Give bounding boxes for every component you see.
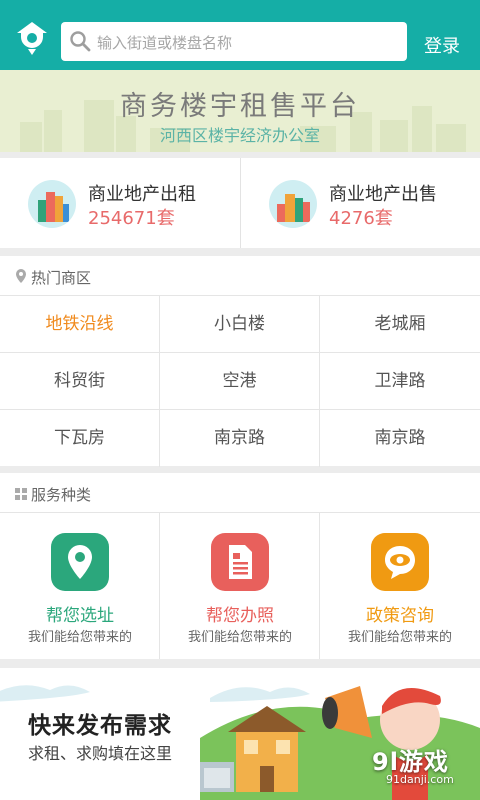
sale-stat-count: 4276套 xyxy=(329,208,393,229)
watermark: 9l游戏 91danji.com xyxy=(372,742,472,790)
login-button[interactable]: 登录 xyxy=(424,32,460,58)
service-license[interactable]: 帮您办照 我们能给您带来的 xyxy=(160,513,320,659)
search-icon xyxy=(70,31,91,52)
banner[interactable]: 商务楼宇租售平台 河西区楼宇经济办公室 xyxy=(0,70,480,152)
area-item[interactable]: 小白楼 xyxy=(160,296,320,353)
eye-chat-icon xyxy=(371,533,429,591)
area-item[interactable]: 地铁沿线 xyxy=(0,296,160,353)
service-title: 帮您选址 xyxy=(46,606,114,626)
location-pin-icon xyxy=(16,269,26,283)
service-subtitle: 我们能给您带来的 xyxy=(187,630,292,645)
rent-stat-title: 商业地产出租 xyxy=(88,184,196,205)
area-item[interactable]: 南京路 xyxy=(320,410,480,467)
area-item[interactable]: 下瓦房 xyxy=(0,410,160,467)
sale-stat-card[interactable]: 商业地产出售 4276套 xyxy=(240,158,480,248)
search-input[interactable]: 输入街道或楼盘名称 xyxy=(97,32,232,53)
services-panel: 帮您选址 我们能给您带来的 帮您办照 我们能给您带来的 政策咨询 我们能给您带来… xyxy=(0,513,480,659)
hot-areas-grid: 地铁沿线 小白楼 老城厢 科贸街 空港 卫津路 下瓦房 南京路 南京路 xyxy=(0,296,480,467)
top-bar: 输入街道或楼盘名称 登录 xyxy=(0,0,480,70)
buildings-icon xyxy=(269,180,317,228)
rent-stat-card[interactable]: 商业地产出租 254671套 xyxy=(0,158,240,248)
grid-icon xyxy=(15,488,27,500)
banner-subtitle: 河西区楼宇经济办公室 xyxy=(159,126,320,145)
house-pin-logo-icon[interactable] xyxy=(14,19,50,55)
map-pin-icon xyxy=(51,533,109,591)
service-title: 帮您办照 xyxy=(206,606,274,626)
area-item[interactable]: 科贸街 xyxy=(0,353,160,410)
hot-areas-header: 热门商区 xyxy=(0,256,480,296)
service-subtitle: 我们能给您带来的 xyxy=(347,630,452,645)
banner-title: 商务楼宇租售平台 xyxy=(120,91,360,122)
service-subtitle: 我们能给您带来的 xyxy=(27,630,132,645)
area-item[interactable]: 南京路 xyxy=(160,410,320,467)
watermark-logo: 9l游戏 xyxy=(372,748,449,776)
area-item[interactable]: 老城厢 xyxy=(320,296,480,353)
promo-title: 快来发布需求 xyxy=(28,713,172,739)
promo-subtitle: 求租、求购填在这里 xyxy=(28,744,173,763)
service-title: 政策咨询 xyxy=(366,606,434,626)
sale-stat-title: 商业地产出售 xyxy=(329,184,437,205)
rent-stat-count: 254671套 xyxy=(88,208,175,229)
stats-panel: 商业地产出租 254671套 商业地产出售 4276套 xyxy=(0,158,480,248)
hot-areas-heading: 热门商区 xyxy=(31,269,92,287)
services-heading: 服务种类 xyxy=(31,486,92,504)
service-policy[interactable]: 政策咨询 我们能给您带来的 xyxy=(320,513,480,659)
search-box[interactable]: 输入街道或楼盘名称 xyxy=(61,22,407,61)
buildings-icon xyxy=(28,180,76,228)
services-header: 服务种类 xyxy=(0,473,480,513)
area-item[interactable]: 空港 xyxy=(160,353,320,410)
service-site-selection[interactable]: 帮您选址 我们能给您带来的 xyxy=(0,513,160,659)
watermark-url: 91danji.com xyxy=(386,773,454,786)
area-item[interactable]: 卫津路 xyxy=(320,353,480,410)
document-icon xyxy=(211,533,269,591)
